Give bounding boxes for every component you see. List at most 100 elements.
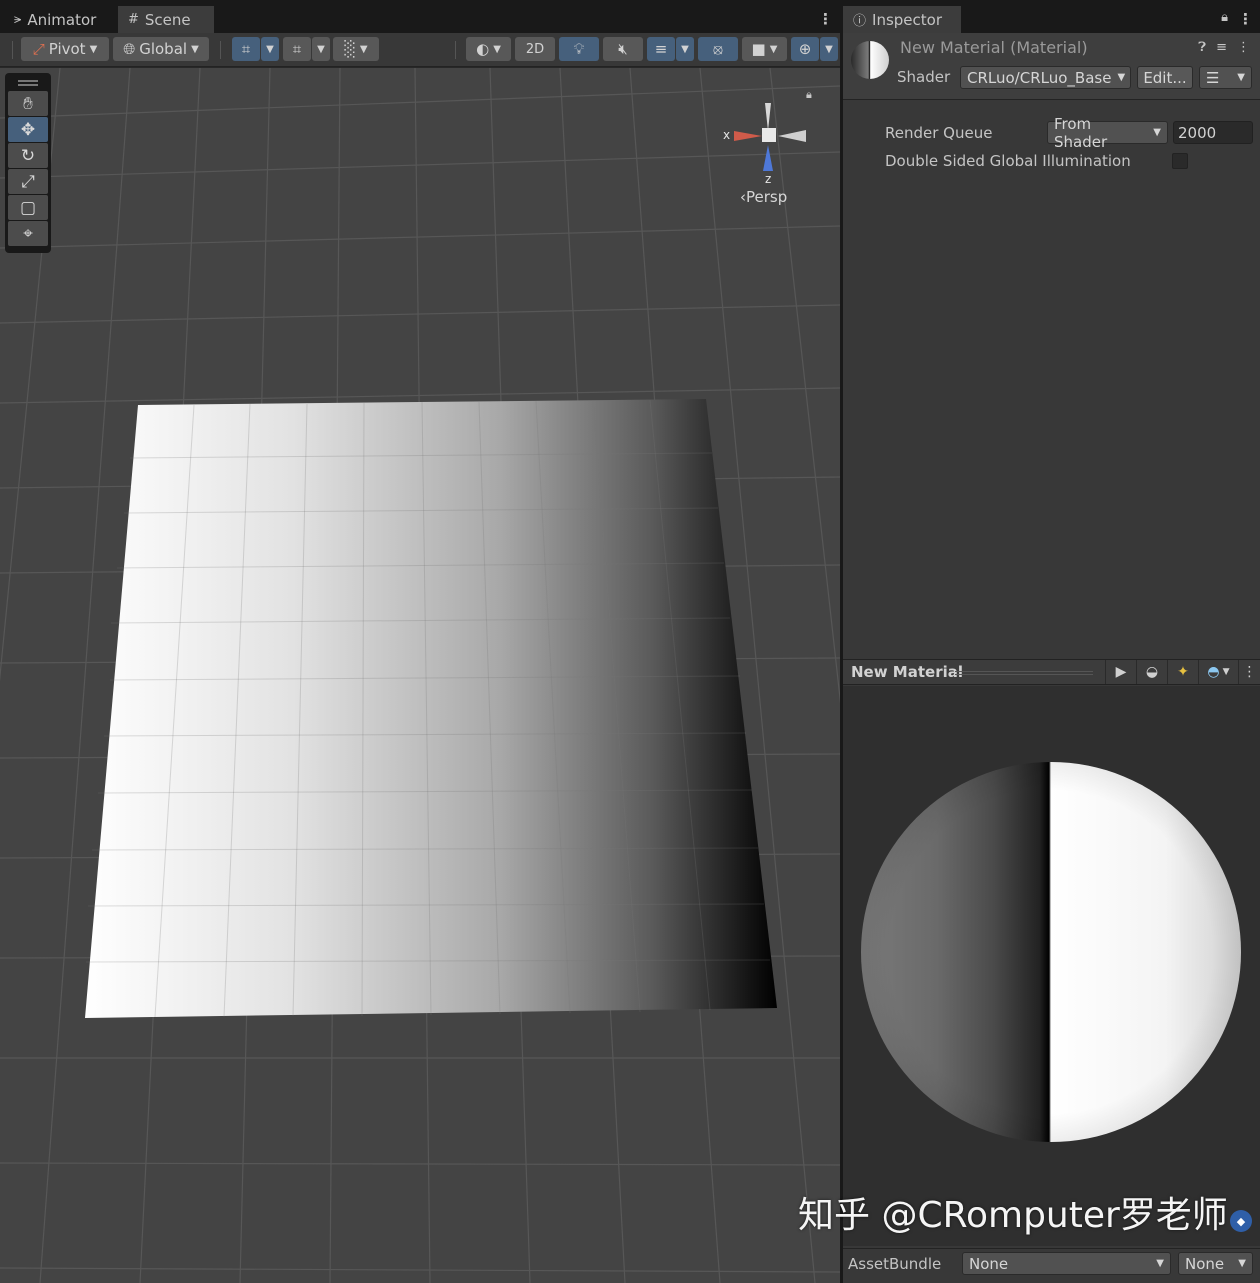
gizmo-icon: ⊕ (798, 40, 812, 58)
lock-icon[interactable]: 🔒︎ (1221, 10, 1228, 25)
watermark-text: 知乎 @CRomputer罗老师 (798, 1195, 1228, 1236)
tab-animator-label: Animator (27, 10, 97, 29)
gizmo-neg-x-cone[interactable] (778, 130, 806, 142)
skybox-sphere-icon: ◓ (1207, 664, 1220, 680)
rotate-tool-button[interactable]: ↻ (8, 143, 48, 168)
chevron-down-icon: ▼ (1237, 72, 1245, 83)
gizmos-toggle[interactable]: ⊕ (791, 37, 819, 61)
render-queue-mode-value: From Shader (1054, 114, 1108, 151)
layers-icon: ≡ (654, 40, 668, 58)
shader-dropdown[interactable]: CRLuo/CRLuo_Base ▼ (960, 66, 1131, 89)
inspector-window: ⓘ Inspector 🔒︎ ⋮ New Material (Material)… (798, 6, 1260, 1283)
rect-transform-icon: ▢ (19, 197, 37, 218)
audio-toggle[interactable]: 🔇︎ (603, 37, 643, 61)
lighting-toggle[interactable]: 💡︎ (559, 37, 599, 61)
scene-tabbar: ⪫ Animator # Scene ⋮ (0, 6, 840, 33)
transform-tool-button[interactable]: ⌖ (8, 221, 48, 246)
preview-title: New Material (851, 663, 964, 681)
rect-tool-button[interactable]: ▢ (8, 195, 48, 220)
scene-menu-icon[interactable]: ⋮ (818, 10, 833, 28)
gizmo-x-label: x (723, 128, 730, 142)
scene-visibility-toggle[interactable]: ⦻ (698, 37, 738, 61)
label-tag-icon[interactable]: ◆ (1230, 1210, 1252, 1232)
gizmo-y-cone[interactable] (765, 103, 771, 131)
increment-snap-icon: ⌗ (292, 40, 302, 58)
chevron-down-icon: ▼ (1222, 667, 1230, 677)
scene-grid (0, 68, 840, 1283)
play-icon: ▶ (1115, 664, 1127, 680)
tab-scene[interactable]: # Scene (118, 6, 214, 33)
chevron-down-icon: ▼ (266, 43, 274, 55)
lightbulb-icon: 💡︎ (573, 40, 585, 58)
chevron-down-icon: ▼ (1238, 1258, 1246, 1269)
gizmo-z-cone[interactable] (763, 145, 773, 171)
inspector-tabbar: ⓘ Inspector 🔒︎ ⋮ (843, 6, 1260, 33)
move-icon: ✥ (20, 119, 36, 140)
increment-snap-button[interactable]: ⌗ (283, 37, 311, 61)
pivot-dropdown[interactable]: ⤢ Pivot ▼ (21, 37, 109, 61)
global-dropdown[interactable]: 🌐︎ Global ▼ (113, 37, 209, 61)
scale-tool-button[interactable]: ⤢ (8, 169, 48, 194)
preview-menu-icon[interactable]: ⋮ (1238, 660, 1260, 684)
preview-lights-button[interactable]: ✦ (1167, 660, 1198, 684)
camera-dropdown[interactable]: ■ ▼ (742, 37, 787, 61)
grid-snap-dropdown[interactable]: ▼ (261, 37, 279, 61)
effects-dropdown[interactable]: ▼ (676, 37, 694, 61)
increment-snap-dropdown[interactable]: ▼ (312, 37, 330, 61)
shader-options-dropdown[interactable]: ☰ ▼ (1199, 66, 1252, 89)
edit-shader-button[interactable]: Edit... (1137, 66, 1193, 89)
play-preview-button[interactable]: ▶ (1105, 660, 1136, 684)
material-preview[interactable]: 知乎 @CRomputer罗老师 ◆ (798, 686, 1260, 1246)
camera-icon: ■ (751, 40, 766, 58)
ruler-dropdown[interactable]: ░ ▼ (333, 37, 379, 61)
render-queue-value: 2000 (1178, 123, 1217, 142)
effects-toggle[interactable]: ≡ (647, 37, 675, 61)
move-tool-button[interactable]: ✥ (8, 117, 48, 142)
asset-bundle-variant-value: None (1185, 1254, 1225, 1273)
render-queue-value-field[interactable]: 2000 (1173, 121, 1253, 144)
tab-animator[interactable]: ⪫ Animator (4, 6, 106, 33)
preview-shape-button[interactable]: ◒ (1136, 660, 1167, 684)
mode-2d-label: 2D (525, 41, 545, 57)
kebab-icon[interactable]: ⋮ (1237, 40, 1250, 55)
help-icon[interactable]: ❓︎ (1198, 40, 1206, 55)
double-sided-gi-checkbox[interactable] (1172, 153, 1188, 169)
lights-icon: ✦ (1177, 664, 1189, 680)
ruler-icon: ░ (344, 40, 356, 58)
chevron-down-icon: ▼ (359, 43, 368, 55)
inspector-menu-icon[interactable]: ⋮ (1238, 10, 1253, 28)
mode-2d-button[interactable]: 2D (515, 37, 555, 61)
gizmos-dropdown[interactable]: ▼ (820, 37, 838, 61)
asset-bundle-name-value: None (969, 1254, 1009, 1273)
preview-resize-handle[interactable] (955, 671, 1093, 675)
asset-bundle-variant-dropdown[interactable]: None ▼ (1178, 1252, 1253, 1275)
scene-viewport[interactable]: ✋︎ ✥ ↻ ⤢ ▢ ⌖ 🔒︎ x z ‹Persp (0, 68, 840, 1283)
global-label: Global (139, 40, 188, 58)
gizmo-center-cube[interactable] (762, 128, 776, 142)
gizmo-x-cone[interactable] (734, 131, 762, 141)
list-icon: ☰ (1206, 68, 1220, 87)
audio-mute-icon: 🔇︎ (618, 40, 628, 58)
render-queue-mode-dropdown[interactable]: From Shader ▼ (1047, 115, 1168, 151)
hand-tool-button[interactable]: ✋︎ (8, 91, 48, 116)
projection-toggle[interactable]: ‹Persp (740, 188, 787, 206)
preset-icon[interactable]: ≡ (1216, 40, 1227, 55)
scene-toolbar: ⤢ Pivot ▼ 🌐︎ Global ▼ ⌗ ▼ ⌗ ▼ ░ ▼ ◐ ▼ 2D… (0, 33, 840, 67)
globe-icon: 🌐︎ (123, 40, 136, 58)
grid-snap-icon: ⌗ (241, 40, 251, 58)
chevron-down-icon: ▼ (769, 43, 778, 55)
grid-snap-button[interactable]: ⌗ (232, 37, 260, 61)
material-title: New Material (Material) (900, 38, 1088, 57)
tools-grip-handle[interactable] (8, 76, 48, 90)
chevron-down-icon: ▼ (317, 43, 325, 55)
preview-background-dropdown[interactable]: ◓ ▼ (1198, 660, 1238, 684)
chevron-down-icon: ▼ (493, 43, 501, 55)
asset-bundle-label: AssetBundle (848, 1255, 942, 1273)
scale-icon: ⤢ (21, 171, 35, 192)
pivot-icon: ⤢ (32, 40, 45, 58)
chevron-down-icon: ▼ (191, 43, 199, 55)
asset-bundle-name-dropdown[interactable]: None ▼ (962, 1252, 1171, 1275)
draw-mode-dropdown[interactable]: ◐ ▼ (466, 37, 511, 61)
pivot-label: Pivot (48, 40, 86, 58)
tab-inspector[interactable]: ⓘ Inspector (843, 6, 961, 33)
